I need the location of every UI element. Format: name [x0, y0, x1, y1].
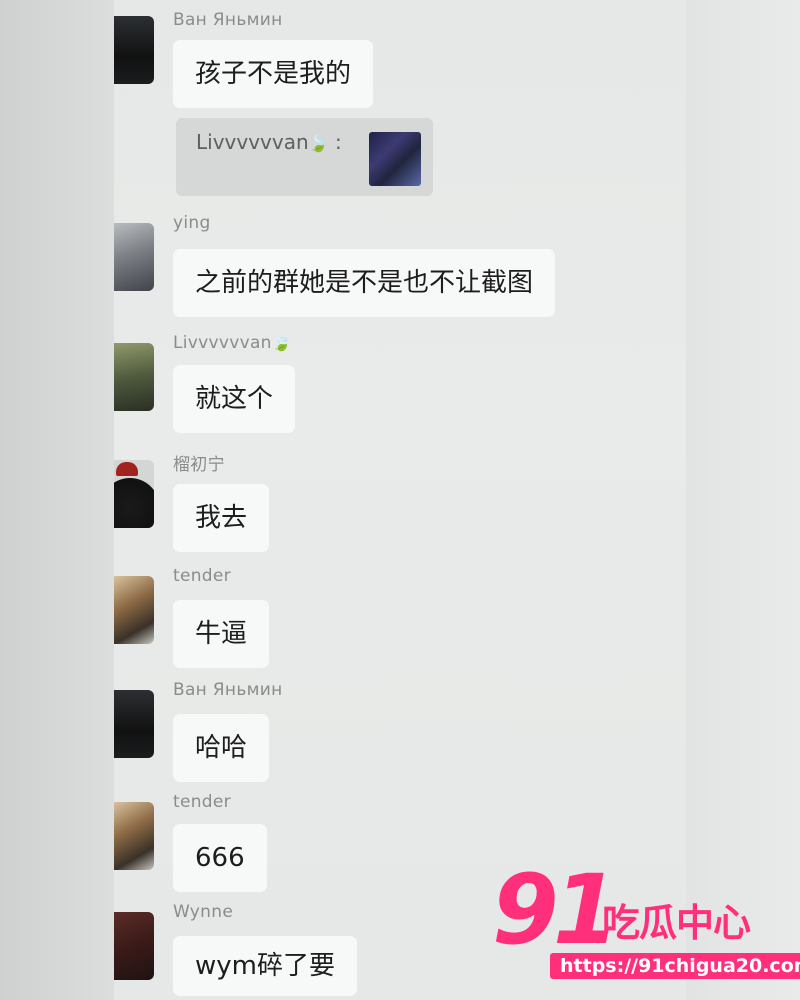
avatar[interactable]: [114, 912, 154, 980]
message-text: 我去: [195, 503, 248, 533]
message-bubble[interactable]: 就这个: [173, 365, 296, 433]
avatar[interactable]: [114, 343, 154, 411]
avatar[interactable]: [114, 802, 154, 870]
message-bubble[interactable]: 我去: [173, 484, 270, 552]
sender-name: Livvvvvvan🍃: [173, 333, 292, 353]
message-text: 哈哈: [195, 733, 248, 763]
message-bubble[interactable]: 之前的群她是不是也不让截图: [173, 249, 556, 317]
leaf-icon: 🍃: [308, 134, 329, 153]
message-bubble[interactable]: wym碎了要: [173, 936, 357, 996]
message-text: wym碎了要: [195, 951, 335, 981]
message-bubble[interactable]: 哈哈: [173, 714, 270, 782]
image-thumbnail[interactable]: [369, 132, 421, 186]
message-text: 就这个: [195, 384, 274, 414]
message-bubble[interactable]: 孩子不是我的: [173, 40, 374, 108]
sender-name: tender: [173, 566, 231, 586]
avatar[interactable]: [114, 460, 154, 528]
message-bubble[interactable]: 牛逼: [173, 600, 270, 668]
leaf-icon: 🍃: [271, 333, 292, 352]
avatar[interactable]: [114, 576, 154, 644]
sender-name: ying: [173, 213, 211, 233]
quoted-reply[interactable]: Livvvvvvan🍃 :: [176, 118, 433, 196]
sender-name: Ван Яньмин: [173, 10, 283, 30]
quoted-sender: Livvvvvvan🍃 :: [196, 130, 342, 154]
message-text: 孩子不是我的: [195, 59, 352, 89]
sender-name: 榴初宁: [173, 455, 225, 475]
blurred-background-left: [0, 0, 114, 1000]
watermark-brand: 吃瓜中心: [602, 901, 751, 945]
sender-name: Ван Яньмин: [173, 680, 283, 700]
message-text: 之前的群她是不是也不让截图: [195, 268, 534, 298]
avatar[interactable]: [114, 16, 154, 84]
watermark-logo: 91 吃瓜中心 https://91chigua20.com: [492, 862, 800, 990]
blurred-background-right: [685, 0, 800, 1000]
message-text: 666: [195, 843, 245, 873]
message-text: 牛逼: [195, 619, 248, 649]
sender-name: Wynne: [173, 902, 234, 922]
message-bubble[interactable]: 666: [173, 824, 267, 892]
watermark-number: 91: [492, 854, 620, 966]
avatar[interactable]: [114, 223, 154, 291]
sender-name: tender: [173, 792, 231, 812]
watermark-url: https://91chigua20.com: [550, 953, 800, 979]
avatar[interactable]: [114, 690, 154, 758]
